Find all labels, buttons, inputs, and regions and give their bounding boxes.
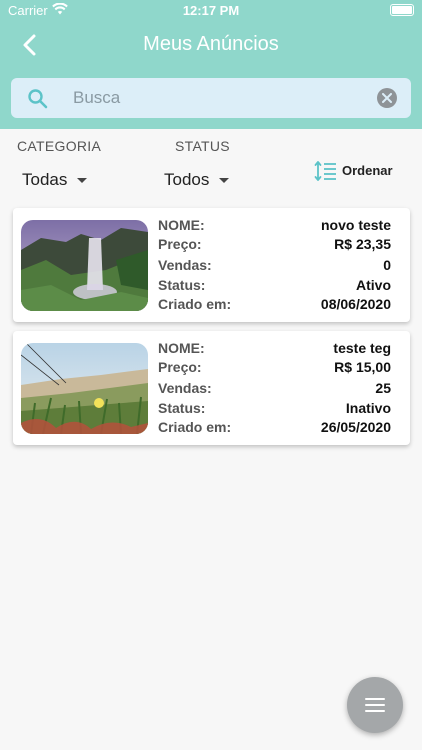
sales-row: Vendas: 0: [158, 257, 391, 277]
category-label: CATEGORIA: [17, 138, 102, 154]
caret-down-icon: [219, 178, 230, 184]
name-value: novo teste: [320, 217, 391, 233]
price-label: Preço:: [158, 236, 202, 252]
sales-label: Vendas:: [158, 380, 212, 396]
status-field-value: Ativo: [356, 277, 391, 293]
listing-thumbnail: [21, 343, 148, 434]
sort-label: Ordenar: [342, 163, 393, 178]
page-title: Meus Anúncios: [143, 33, 279, 55]
created-value: 26/05/2020: [320, 419, 391, 435]
status-field-label: Status:: [158, 400, 206, 416]
caret-down-icon: [77, 178, 88, 184]
price-row: Preço: R$ 23,35: [158, 236, 391, 256]
status-row: Status: Ativo: [158, 277, 391, 297]
status-label: STATUS: [175, 138, 230, 154]
created-value: 08/06/2020: [320, 296, 391, 312]
price-row: Preço: R$ 15,00: [158, 359, 391, 379]
name-value: teste teg: [333, 340, 391, 356]
listing-card[interactable]: NOME: teste teg Preço: R$ 15,00 Vendas: …: [13, 331, 410, 445]
search-icon: [27, 88, 49, 115]
name-row: NOME: teste teg: [158, 340, 391, 360]
sales-row: Vendas: 25: [158, 380, 391, 400]
sales-value: 0: [383, 257, 391, 273]
grass-flower-photo: [21, 343, 148, 434]
sales-value: 25: [375, 380, 391, 396]
price-label: Preço:: [158, 359, 202, 375]
status-bar: Carrier 12:17 PM: [0, 0, 422, 22]
menu-icon: [365, 698, 385, 712]
price-value: R$ 23,35: [334, 236, 391, 252]
created-label: Criado em:: [158, 296, 232, 312]
waterfall-photo: [21, 220, 148, 311]
status-field-value: Inativo: [345, 400, 391, 416]
clear-search-button[interactable]: [377, 88, 397, 108]
close-icon: [382, 93, 392, 103]
sales-label: Vendas:: [158, 257, 212, 273]
category-value: Todas: [22, 170, 68, 189]
battery-icon: [390, 4, 414, 16]
header-bar: Carrier 12:17 PM Meus Anúncios: [0, 0, 422, 129]
name-label: NOME:: [158, 340, 205, 356]
price-value: R$ 15,00: [334, 359, 391, 375]
search-input[interactable]: [73, 86, 373, 110]
name-label: NOME:: [158, 217, 205, 233]
listing-card[interactable]: NOME: novo teste Preço: R$ 23,35 Vendas:…: [13, 208, 410, 322]
status-field-label: Status:: [158, 277, 206, 293]
clock-label: 12:17 PM: [182, 3, 240, 18]
name-row: NOME: novo teste: [158, 217, 391, 237]
listing-thumbnail: [21, 220, 148, 311]
category-dropdown[interactable]: Todas: [22, 170, 88, 190]
created-label: Criado em:: [158, 419, 232, 435]
search-bar[interactable]: [11, 78, 411, 118]
created-row: Criado em: 26/05/2020: [158, 419, 391, 439]
sort-icon: [314, 160, 338, 187]
status-value: Todos: [164, 170, 210, 189]
status-dropdown[interactable]: Todos: [164, 170, 230, 190]
status-row: Status: Inativo: [158, 400, 391, 420]
menu-fab-button[interactable]: [347, 677, 403, 733]
created-row: Criado em: 08/06/2020: [158, 296, 391, 316]
